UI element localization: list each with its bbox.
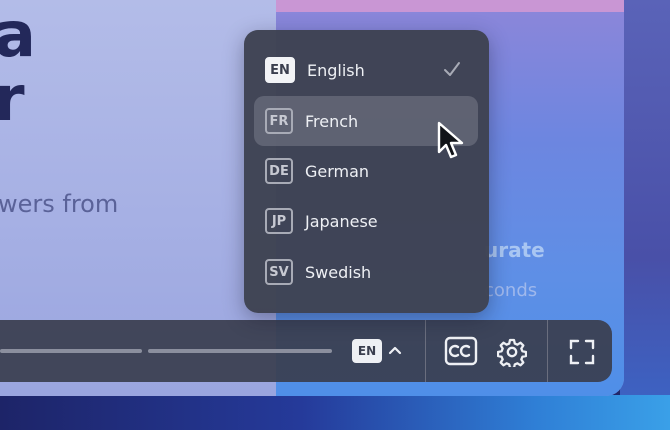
video-right-heading: urate: [484, 238, 545, 262]
control-divider: [425, 320, 426, 382]
video-right-strip: [276, 0, 624, 12]
mouse-pointer-icon: [437, 121, 464, 159]
language-option-label: English: [307, 60, 365, 80]
progress-track-segment[interactable]: [0, 349, 142, 353]
language-code-badge: DE: [265, 158, 293, 184]
language-option-label: German: [305, 161, 370, 181]
chevron-up-icon: [388, 344, 402, 358]
gear-icon: [497, 338, 527, 367]
control-divider: [547, 320, 548, 382]
video-heading-line-1: a: [0, 0, 36, 71]
video-right-subtext: conds: [484, 280, 538, 301]
closed-captions-button[interactable]: [444, 336, 478, 366]
language-option-swedish[interactable]: SV Swedish: [254, 247, 478, 297]
video-heading-line-2: r: [0, 62, 25, 135]
language-code-badge: EN: [265, 57, 295, 83]
language-code-badge: FR: [265, 108, 293, 134]
language-option-japanese[interactable]: JP Japanese: [254, 196, 478, 246]
closed-captions-icon: [444, 336, 478, 366]
language-option-english[interactable]: EN English: [254, 45, 478, 95]
language-option-label: Japanese: [305, 211, 378, 231]
language-button[interactable]: EN: [352, 336, 408, 366]
language-menu: EN English FR French DE German JP Japane…: [244, 30, 489, 313]
settings-button[interactable]: [496, 336, 528, 368]
progress-track-segment[interactable]: [148, 349, 332, 353]
language-option-label: Swedish: [305, 262, 372, 282]
background-right: [620, 0, 670, 430]
language-badge: EN: [352, 339, 382, 363]
language-option-label: French: [305, 111, 359, 131]
video-subtext: wers from: [0, 190, 119, 218]
checkmark-icon: [444, 62, 460, 76]
fullscreen-button[interactable]: [566, 336, 598, 368]
language-code-badge: SV: [265, 259, 293, 285]
background-bottom: [0, 395, 670, 430]
fullscreen-icon: [569, 339, 595, 365]
language-code-badge: JP: [265, 208, 293, 234]
